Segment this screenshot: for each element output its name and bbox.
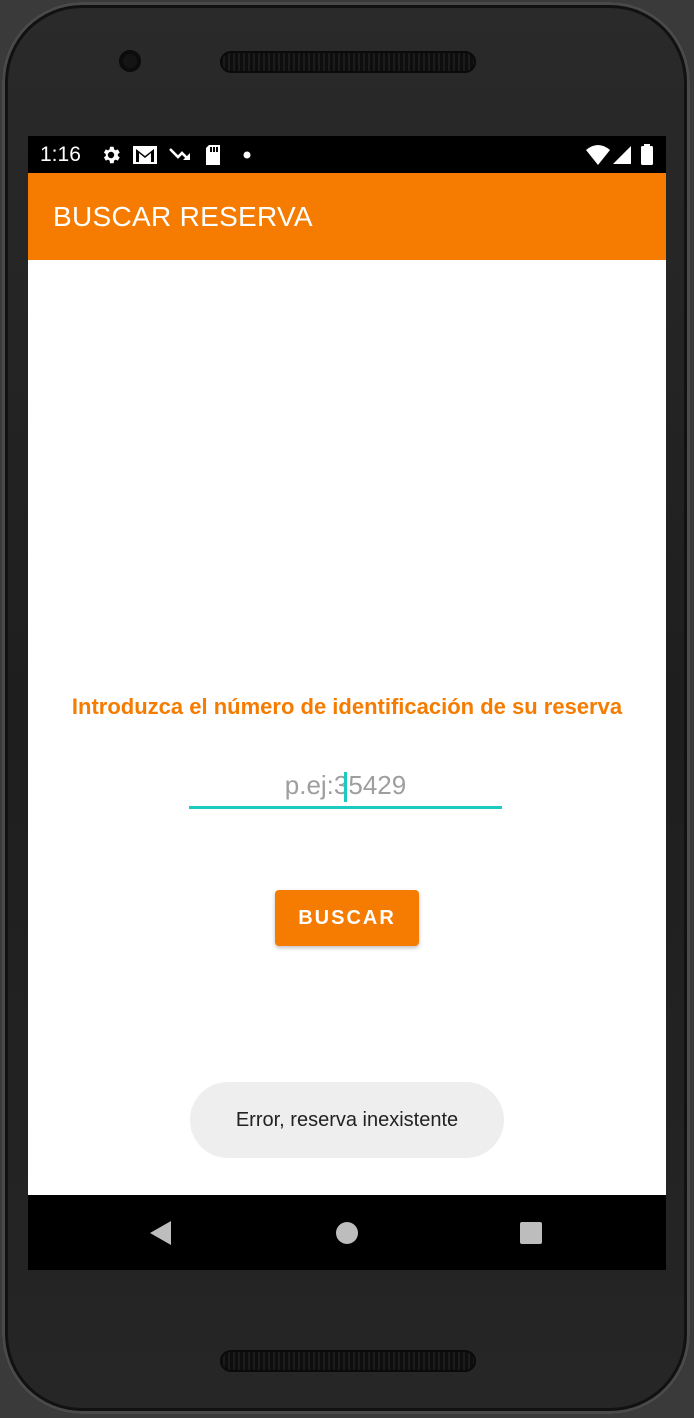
input-underline bbox=[189, 806, 502, 809]
gmail-icon bbox=[133, 146, 157, 164]
signal-icon bbox=[613, 146, 631, 164]
wifi-icon bbox=[586, 145, 610, 165]
home-icon[interactable] bbox=[334, 1219, 360, 1247]
status-time: 1:16 bbox=[40, 143, 81, 166]
instruction-label: Introduzca el número de identificación d… bbox=[71, 694, 623, 719]
screen: 1:16 BUSCAR RESERVA Introduzca el número… bbox=[28, 136, 666, 1270]
status-bar: 1:16 bbox=[28, 136, 666, 173]
trending-down-icon bbox=[169, 148, 190, 160]
dot-icon bbox=[243, 151, 251, 159]
sd-card-icon bbox=[206, 145, 220, 165]
battery-icon bbox=[641, 144, 653, 165]
page-title: BUSCAR RESERVA bbox=[53, 201, 313, 232]
bottom-speaker bbox=[220, 1350, 476, 1372]
app-bar: BUSCAR RESERVA bbox=[28, 173, 666, 260]
navigation-bar bbox=[28, 1195, 666, 1270]
error-toast: Error, reserva inexistente bbox=[190, 1082, 504, 1158]
reservation-number-input[interactable]: p.ej:35429 bbox=[189, 766, 502, 810]
recents-icon[interactable] bbox=[518, 1219, 544, 1247]
gear-icon bbox=[103, 146, 120, 164]
search-button[interactable]: BUSCAR bbox=[275, 890, 419, 946]
text-cursor bbox=[344, 772, 347, 802]
front-camera bbox=[119, 50, 141, 72]
top-speaker bbox=[220, 51, 476, 73]
back-icon[interactable] bbox=[148, 1219, 174, 1247]
